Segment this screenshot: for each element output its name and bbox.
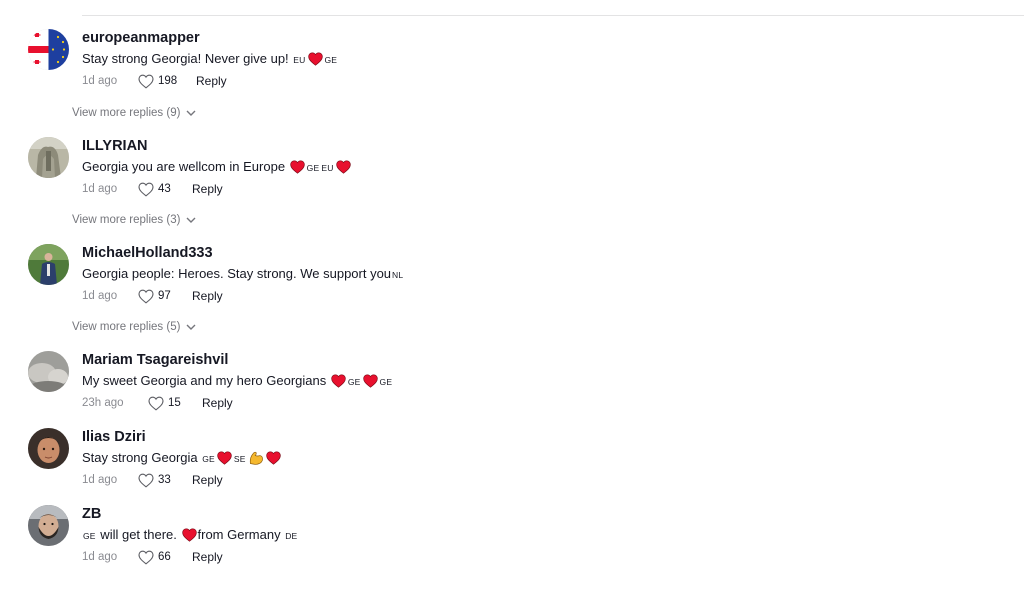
flag-code: GE bbox=[306, 163, 320, 173]
like-button[interactable]: 198 bbox=[138, 74, 192, 89]
like-count: 33 bbox=[158, 474, 171, 486]
like-count: 66 bbox=[158, 551, 171, 563]
chevron-down-icon bbox=[186, 110, 196, 116]
like-count: 15 bbox=[168, 397, 181, 409]
comment-username[interactable]: ZB bbox=[82, 505, 298, 523]
blurred-photo-icon bbox=[28, 351, 69, 392]
view-more-label: View more replies (5) bbox=[72, 321, 181, 333]
comment-time: 1d ago bbox=[82, 551, 118, 563]
view-more-replies[interactable]: View more replies (5) bbox=[72, 321, 196, 333]
flag-code: EU bbox=[321, 163, 334, 173]
heart-outline-icon bbox=[138, 182, 154, 197]
comment-username[interactable]: ILLYRIAN bbox=[82, 137, 352, 155]
reply-button[interactable]: Reply bbox=[192, 473, 223, 487]
comment-item: ZB GE will get there. from Germany DE 1d… bbox=[28, 505, 928, 585]
view-more-label: View more replies (9) bbox=[72, 107, 181, 119]
georgia-eu-flag-icon bbox=[28, 29, 69, 70]
comment-username[interactable]: Ilias Dziri bbox=[82, 428, 282, 446]
comment-text-segment: Stay strong Georgia! Never give up! bbox=[82, 51, 293, 66]
heart-outline-icon bbox=[138, 289, 154, 304]
comment-text: Georgia you are wellcom in Europe GE EU bbox=[82, 158, 352, 176]
comment-time: 1d ago bbox=[82, 183, 118, 195]
comment-item: Ilias Dziri Stay strong Georgia GE SE 1d … bbox=[28, 428, 928, 508]
comment-text-segment: will get there. bbox=[96, 527, 181, 542]
avatar[interactable] bbox=[28, 428, 69, 469]
heart-outline-icon bbox=[138, 74, 154, 89]
red-heart-icon bbox=[181, 528, 197, 542]
comment-text-segment: from Germany bbox=[197, 527, 285, 542]
comment-item: ILLYRIAN Georgia you are wellcom in Euro… bbox=[28, 137, 928, 217]
heart-outline-icon bbox=[148, 396, 164, 411]
red-heart-icon bbox=[335, 160, 351, 174]
statue-photo-icon bbox=[28, 137, 69, 178]
comment-text-segment: Stay strong Georgia bbox=[82, 450, 202, 465]
comment-text: Stay strong Georgia! Never give up! EU GE bbox=[82, 50, 338, 68]
comment-text: My sweet Georgia and my hero Georgians G… bbox=[82, 372, 393, 390]
heart-outline-icon bbox=[138, 473, 154, 488]
red-heart-icon bbox=[307, 52, 323, 66]
flag-code: GE bbox=[83, 531, 96, 541]
view-more-replies[interactable]: View more replies (9) bbox=[72, 107, 196, 119]
comment-text: Stay strong Georgia GE SE bbox=[82, 449, 282, 467]
reply-button[interactable]: Reply bbox=[196, 74, 227, 88]
man-suit-photo-icon bbox=[28, 244, 69, 285]
flag-code: NL bbox=[392, 270, 404, 280]
comment-text-segment: My sweet Georgia and my hero Georgians bbox=[82, 373, 330, 388]
bearded-man-photo-icon bbox=[28, 505, 69, 546]
flexed-biceps-icon bbox=[249, 451, 263, 465]
red-heart-icon bbox=[289, 160, 305, 174]
flag-code: SE bbox=[233, 454, 246, 464]
like-button[interactable]: 33 bbox=[138, 473, 192, 488]
avatar[interactable] bbox=[28, 351, 69, 392]
reply-button[interactable]: Reply bbox=[192, 289, 223, 303]
avatar[interactable] bbox=[28, 244, 69, 285]
flag-code: EU bbox=[293, 55, 306, 65]
flag-code: DE bbox=[285, 531, 298, 541]
flag-code: GE bbox=[379, 377, 393, 387]
like-button[interactable]: 66 bbox=[138, 550, 192, 565]
reply-button[interactable]: Reply bbox=[192, 182, 223, 196]
like-button[interactable]: 15 bbox=[148, 396, 202, 411]
avatar[interactable] bbox=[28, 29, 69, 70]
avatar[interactable] bbox=[28, 137, 69, 178]
like-button[interactable]: 43 bbox=[138, 182, 192, 197]
reply-button[interactable]: Reply bbox=[202, 396, 233, 410]
reply-button[interactable]: Reply bbox=[192, 550, 223, 564]
comment-username[interactable]: Mariam Tsagareishvil bbox=[82, 351, 393, 369]
comment-item: europeanmapper Stay strong Georgia! Neve… bbox=[28, 29, 928, 109]
like-count: 97 bbox=[158, 290, 171, 302]
comment-text: GE will get there. from Germany DE bbox=[82, 526, 298, 544]
chevron-down-icon bbox=[186, 217, 196, 223]
flag-code: GE bbox=[347, 377, 361, 387]
top-divider bbox=[82, 15, 1024, 16]
like-count: 43 bbox=[158, 183, 171, 195]
face-photo-icon bbox=[28, 428, 69, 469]
comment-time: 1d ago bbox=[82, 474, 118, 486]
flag-code: GE bbox=[202, 454, 215, 464]
comment-username[interactable]: europeanmapper bbox=[82, 29, 338, 47]
red-heart-icon bbox=[362, 374, 378, 388]
like-button[interactable]: 97 bbox=[138, 289, 192, 304]
flag-code: GE bbox=[324, 55, 338, 65]
comment-text-segment: Georgia people: Heroes. Stay strong. We … bbox=[82, 266, 392, 281]
like-count: 198 bbox=[158, 75, 178, 87]
comment-text: Georgia people: Heroes. Stay strong. We … bbox=[82, 265, 404, 283]
red-heart-icon bbox=[265, 451, 281, 465]
comment-time: 23h ago bbox=[82, 397, 124, 409]
view-more-label: View more replies (3) bbox=[72, 214, 181, 226]
heart-outline-icon bbox=[138, 550, 154, 565]
red-heart-icon bbox=[331, 374, 346, 388]
comment-time: 1d ago bbox=[82, 290, 118, 302]
comment-time: 1d ago bbox=[82, 75, 118, 87]
comment-username[interactable]: MichaelHolland333 bbox=[82, 244, 404, 262]
red-heart-icon bbox=[217, 451, 232, 465]
avatar[interactable] bbox=[28, 505, 69, 546]
comment-item: MichaelHolland333 Georgia people: Heroes… bbox=[28, 244, 928, 324]
view-more-replies[interactable]: View more replies (3) bbox=[72, 214, 196, 226]
chevron-down-icon bbox=[186, 324, 196, 330]
comment-text-segment: Georgia you are wellcom in Europe bbox=[82, 159, 289, 174]
comment-item: Mariam Tsagareishvil My sweet Georgia an… bbox=[28, 351, 928, 431]
